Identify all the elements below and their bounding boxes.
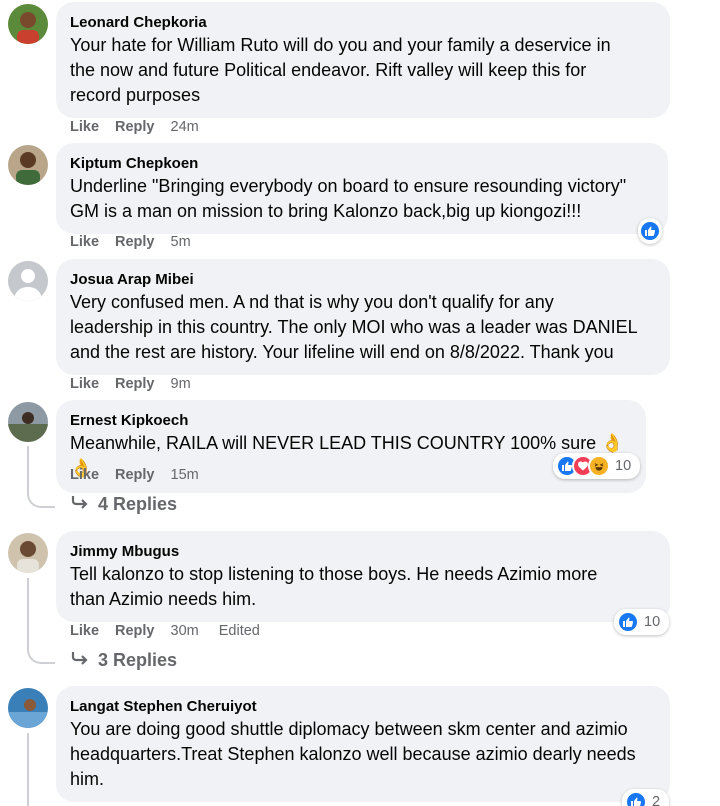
reply-arrow-icon (70, 494, 90, 515)
comment-author[interactable]: Langat Stephen Cheruiyot (70, 697, 656, 717)
haha-icon (588, 455, 610, 477)
replies-label[interactable]: 3 Replies (98, 650, 177, 671)
thread-connector (27, 446, 55, 508)
comment-bubble: Josua Arap Mibei Very confused men. A nd… (56, 259, 670, 375)
comment-actions: Like Reply 5m (70, 232, 209, 252)
reaction-count: 2 (652, 794, 661, 806)
reply-arrow-icon (70, 650, 90, 671)
comment-bubble: Langat Stephen Cheruiyot You are doing g… (56, 686, 670, 802)
reply-button[interactable]: Reply (115, 376, 155, 392)
avatar[interactable] (8, 145, 48, 185)
comment-actions: Like Reply 24m (70, 117, 217, 137)
like-button[interactable]: Like (70, 623, 99, 639)
reply-button[interactable]: Reply (115, 623, 155, 639)
reaction-summary[interactable] (638, 218, 662, 244)
reply-button[interactable]: Reply (115, 467, 155, 483)
comment-bubble: Jimmy Mbugus Tell kalonzo to stop listen… (56, 531, 670, 622)
like-icon (639, 220, 661, 242)
comment-bubble: Kiptum Chepkoen Underline "Bringing ever… (56, 143, 668, 234)
reply-button[interactable]: Reply (115, 234, 155, 250)
like-button[interactable]: Like (70, 467, 99, 483)
edited-label[interactable]: Edited (219, 623, 260, 639)
reaction-summary[interactable]: 2 (622, 789, 670, 806)
comment-author[interactable]: Jimmy Mbugus (70, 542, 656, 562)
avatar[interactable] (8, 4, 48, 44)
comment-author[interactable]: Josua Arap Mibei (70, 270, 656, 290)
timestamp[interactable]: 9m (171, 376, 191, 392)
comment-text: Very confused men. A nd that is why you … (70, 292, 638, 362)
avatar[interactable] (8, 688, 48, 728)
comment-author[interactable]: Leonard Chepkoria (70, 13, 656, 33)
like-button[interactable]: Like (70, 234, 99, 250)
avatar[interactable] (8, 261, 48, 301)
view-replies-button[interactable]: 4 Replies (70, 494, 177, 515)
timestamp[interactable]: 24m (171, 119, 199, 135)
comment-actions: Like Reply 9m (70, 374, 209, 394)
comment-actions: Like Reply 30m Edited (70, 621, 278, 641)
reply-button[interactable]: Reply (115, 119, 155, 135)
replies-label[interactable]: 4 Replies (98, 494, 177, 515)
like-button[interactable]: Like (70, 119, 99, 135)
view-replies-button[interactable]: 3 Replies (70, 650, 177, 671)
reaction-count: 10 (644, 614, 661, 630)
comment-actions: Like Reply 15m (70, 465, 217, 485)
timestamp[interactable]: 30m (171, 623, 199, 639)
comment-bubble: Leonard Chepkoria Your hate for William … (56, 2, 670, 118)
comment-text: Underline "Bringing everybody on board t… (70, 176, 627, 221)
comment-text: Your hate for William Ruto will do you a… (70, 35, 611, 105)
like-button[interactable]: Like (70, 376, 99, 392)
avatar[interactable] (8, 402, 48, 442)
like-icon (617, 611, 639, 633)
avatar[interactable] (8, 533, 48, 573)
comment-author[interactable]: Kiptum Chepkoen (70, 154, 654, 174)
comment-text: Tell kalonzo to stop listening to those … (70, 564, 598, 609)
reaction-count: 10 (615, 458, 632, 474)
timestamp[interactable]: 15m (171, 467, 199, 483)
thread-connector (27, 578, 55, 664)
reaction-summary[interactable]: 10 (614, 609, 670, 635)
comment-author[interactable]: Ernest Kipkoech (70, 411, 632, 431)
timestamp[interactable]: 5m (171, 234, 191, 250)
like-icon (625, 791, 647, 806)
thread-connector (27, 733, 29, 806)
reaction-summary[interactable]: 10 (553, 453, 641, 479)
comment-text: You are doing good shuttle diplomacy bet… (70, 719, 636, 789)
